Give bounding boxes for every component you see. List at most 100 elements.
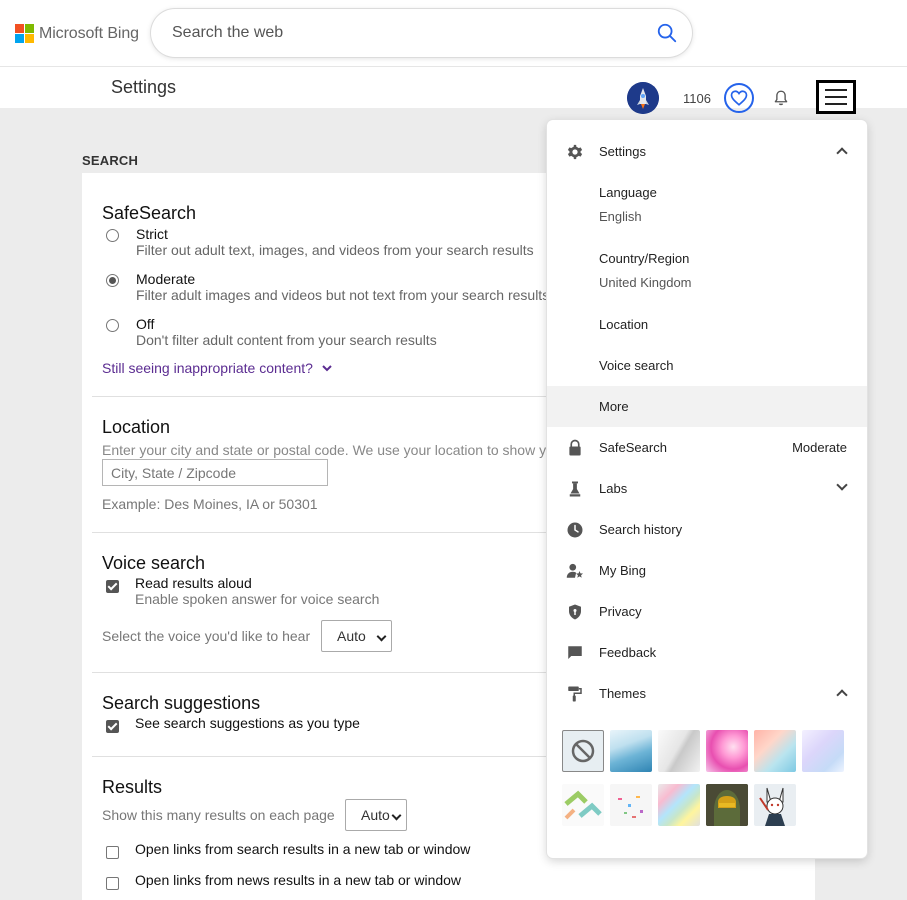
theme-tile-halo-chief[interactable] <box>706 784 748 826</box>
chevron-down-icon <box>391 810 402 821</box>
no-theme-icon <box>571 739 595 763</box>
chevron-down-icon <box>376 631 387 642</box>
option-label: Off <box>136 316 155 332</box>
theme-tile-rainbow-prism[interactable] <box>658 784 700 826</box>
location-input[interactable] <box>102 459 328 486</box>
new-tab-news-label: Open links from news results in a new ta… <box>135 872 462 888</box>
search-box <box>151 9 692 57</box>
gear-icon <box>567 144 583 160</box>
menu-item-label: Labs <box>599 481 628 496</box>
search-input[interactable] <box>172 21 632 45</box>
moderate-radio[interactable] <box>106 274 119 287</box>
menu-item-country-region[interactable]: Country/Region United Kingdom <box>547 238 867 302</box>
bing-logo[interactable]: Microsoft Bing <box>15 24 139 43</box>
voice-select-value: Auto <box>337 628 366 644</box>
rewards-points[interactable]: 1106 <box>683 91 711 106</box>
microsoft-logo-icon <box>15 24 34 43</box>
menu-item-label: Language <box>599 185 657 200</box>
voice-select[interactable]: Auto <box>321 620 392 652</box>
rewards-heart-button[interactable] <box>724 83 754 113</box>
bunny-character-image <box>759 787 785 826</box>
chevron-down-icon <box>322 365 332 372</box>
off-radio[interactable] <box>106 319 119 332</box>
new-tab-news-checkbox[interactable] <box>106 877 119 890</box>
menu-item-label: More <box>599 399 629 414</box>
menu-item-search-history[interactable]: Search history <box>547 509 867 550</box>
inappropriate-content-link[interactable]: Still seeing inappropriate content? <box>102 360 333 376</box>
suggestions-checkbox[interactable] <box>106 720 119 733</box>
location-desc: Enter your city and state or postal code… <box>102 442 547 458</box>
menu-item-location[interactable]: Location <box>547 304 867 345</box>
link-label: Still seeing inappropriate content? <box>102 360 313 376</box>
new-tab-search-label: Open links from search results in a new … <box>135 841 471 857</box>
person-star-icon <box>566 563 584 578</box>
new-tab-search-checkbox[interactable] <box>106 846 119 859</box>
strict-radio[interactable] <box>106 229 119 242</box>
menu-item-value: United Kingdom <box>599 275 692 290</box>
suggestions-label: See search suggestions as you type <box>135 715 360 731</box>
menu-item-safesearch[interactable]: SafeSearch Moderate <box>547 427 867 468</box>
read-aloud-checkbox[interactable] <box>106 580 119 593</box>
menu-item-label: Voice search <box>599 358 674 373</box>
paint-roller-icon <box>568 686 582 702</box>
menu-item-label: Privacy <box>599 604 642 619</box>
brand-name: Microsoft Bing <box>39 24 139 42</box>
lock-icon <box>569 439 581 456</box>
avatar-image-icon <box>627 82 659 114</box>
theme-tile-none[interactable] <box>562 730 604 772</box>
theme-tile-green-arrows[interactable] <box>562 784 604 826</box>
read-aloud-desc: Enable spoken answer for voice search <box>135 591 380 607</box>
theme-tile-gray-light[interactable] <box>658 730 700 772</box>
halo-chief-image <box>706 784 748 826</box>
green-arrows-image <box>564 790 602 820</box>
suggestions-title: Search suggestions <box>102 693 261 713</box>
settings-dropdown-menu: Settings Language English Country/Region… <box>547 120 867 858</box>
menu-item-label: Settings <box>599 144 646 159</box>
chat-bubble-icon <box>568 646 582 659</box>
menu-item-value: English <box>599 209 642 224</box>
menu-item-more[interactable]: More <box>547 386 867 427</box>
option-desc: Filter adult images and videos but not t… <box>136 287 550 303</box>
option-desc: Filter out adult text, images, and video… <box>136 242 534 258</box>
results-title: Results <box>102 777 163 797</box>
avatar[interactable] <box>627 82 659 114</box>
menu-item-settings[interactable]: Settings <box>547 131 867 172</box>
search-icon[interactable] <box>656 22 678 44</box>
menu-item-label: Feedback <box>599 645 657 660</box>
menu-item-my-bing[interactable]: My Bing <box>547 550 867 591</box>
menu-item-themes[interactable]: Themes <box>547 673 867 714</box>
option-label: Moderate <box>136 271 196 287</box>
location-title: Location <box>102 417 171 437</box>
heart-icon <box>730 90 748 106</box>
read-aloud-label: Read results aloud <box>135 575 252 591</box>
menu-item-language[interactable]: Language English <box>547 172 867 236</box>
flask-icon <box>569 481 581 497</box>
results-count-value: Auto <box>361 807 390 823</box>
theme-tile-pink-bubbles[interactable] <box>706 730 748 772</box>
theme-tile-peach-gradient[interactable] <box>754 730 796 772</box>
menu-item-voice-search[interactable]: Voice search <box>547 345 867 386</box>
chevron-down-icon <box>836 479 848 491</box>
safesearch-title: SafeSearch <box>102 203 197 223</box>
voice-prompt: Select the voice you'd like to hear <box>102 628 311 644</box>
hamburger-menu-icon[interactable] <box>816 80 856 114</box>
menu-item-labs[interactable]: Labs <box>547 468 867 509</box>
menu-item-feedback[interactable]: Feedback <box>547 632 867 673</box>
clock-icon <box>567 522 583 538</box>
menu-item-label: Location <box>599 317 649 332</box>
voice-search-title: Voice search <box>102 553 206 573</box>
bell-icon[interactable] <box>772 89 790 107</box>
shield-icon <box>569 604 581 620</box>
results-count-prompt: Show this many results on each page <box>102 807 335 823</box>
confetti-image <box>618 796 643 818</box>
theme-tile-lavender-gradient[interactable] <box>802 730 844 772</box>
theme-tile-confetti[interactable] <box>610 784 652 826</box>
results-count-select[interactable]: Auto <box>345 799 407 831</box>
settings-bar: Settings 1106 <box>0 66 907 114</box>
safesearch-value: Moderate <box>792 440 847 455</box>
section-heading: SEARCH <box>82 153 139 168</box>
menu-item-privacy[interactable]: Privacy <box>547 591 867 632</box>
theme-tile-blue-waves[interactable] <box>610 730 652 772</box>
page-title: Settings <box>111 77 177 97</box>
theme-tile-bunny-character[interactable] <box>754 784 796 826</box>
